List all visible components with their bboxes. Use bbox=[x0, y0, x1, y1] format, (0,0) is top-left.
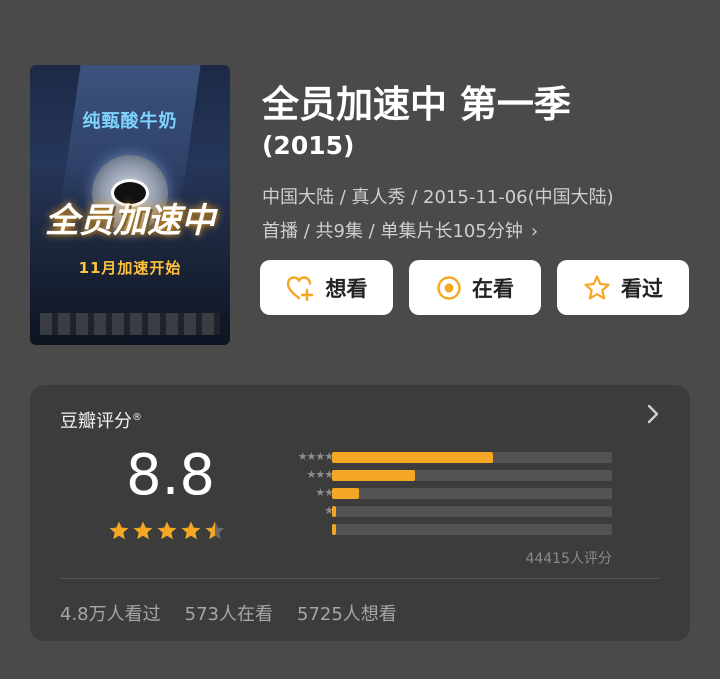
rating-star-icon bbox=[157, 521, 177, 540]
show-meta-line2-text: 首播 / 共9集 / 单集片长105分钟 bbox=[262, 221, 523, 242]
chevron-right-icon: › bbox=[530, 221, 539, 242]
rating-row-1-star: ★ bbox=[252, 523, 642, 543]
rating-score: 8.8 bbox=[126, 443, 216, 508]
trademark-mark: ® bbox=[132, 412, 142, 423]
watched-button[interactable]: 看过 bbox=[557, 260, 689, 315]
watched-count[interactable]: 4.8万人看过 bbox=[60, 600, 161, 626]
rating-star-icon bbox=[109, 521, 129, 540]
want-to-watch-button[interactable]: 想看 bbox=[260, 260, 393, 315]
rating-star-icon bbox=[133, 521, 153, 540]
show-year: (2015) bbox=[262, 131, 355, 160]
rating-bar-fill bbox=[332, 524, 337, 535]
poster-tagline: 11月加速开始 bbox=[78, 259, 182, 277]
rating-card: 豆瓣评分® 8.8 ★★★★★★★★★★★★★★★ 44415人评分 4.8万人… bbox=[30, 385, 690, 641]
rating-count: 44415人评分 bbox=[525, 551, 612, 567]
rating-row-4-star: ★★★★ bbox=[252, 469, 642, 489]
poster-sponsor-strip bbox=[40, 313, 220, 335]
watched-label: 看过 bbox=[621, 276, 663, 301]
rating-stars bbox=[108, 520, 226, 541]
watching-count[interactable]: 573人在看 bbox=[185, 600, 273, 626]
rating-bar-track bbox=[332, 524, 612, 535]
show-meta-line1: 中国大陆 / 真人秀 / 2015-11-06(中国大陆) bbox=[262, 187, 614, 208]
rating-bar-track bbox=[332, 488, 612, 499]
rating-bar-fill bbox=[332, 506, 337, 517]
rating-bar-fill bbox=[332, 488, 359, 499]
chevron-right-icon[interactable] bbox=[646, 403, 660, 431]
rating-row-2-star: ★★ bbox=[252, 505, 642, 525]
watching-button[interactable]: 在看 bbox=[409, 260, 541, 315]
show-title: 全员加速中 第一季 bbox=[262, 83, 571, 126]
star-outline-icon bbox=[583, 274, 611, 302]
rating-bar-fill bbox=[332, 452, 493, 463]
heart-plus-icon bbox=[286, 275, 316, 301]
rating-bar-track bbox=[332, 470, 612, 481]
rating-row-3-star: ★★★ bbox=[252, 487, 642, 507]
rating-title-text: 豆瓣评分 bbox=[60, 411, 132, 432]
rating-star-icon bbox=[205, 521, 225, 540]
rating-bar-track bbox=[332, 506, 612, 517]
poster-show-name: 全员加速中 bbox=[45, 201, 215, 241]
poster-brand-text: 纯甄酸牛奶 bbox=[82, 111, 178, 132]
want-to-watch-label: 想看 bbox=[325, 276, 368, 301]
rating-bar-fill bbox=[332, 470, 415, 481]
rating-section-title: 豆瓣评分® bbox=[60, 407, 142, 433]
watching-label: 在看 bbox=[472, 276, 514, 301]
rating-star-icon bbox=[181, 521, 201, 540]
rating-bar-track bbox=[332, 452, 612, 463]
card-divider bbox=[60, 578, 660, 579]
want-count[interactable]: 5725人想看 bbox=[297, 600, 397, 626]
show-meta-line2[interactable]: 首播 / 共9集 / 单集片长105分钟 › bbox=[262, 217, 538, 243]
poster-image[interactable]: 纯甄酸牛奶 全员加速中 11月加速开始 bbox=[30, 65, 230, 345]
target-circle-icon bbox=[436, 275, 462, 301]
watch-stats: 4.8万人看过 573人在看 5725人想看 bbox=[60, 600, 397, 626]
